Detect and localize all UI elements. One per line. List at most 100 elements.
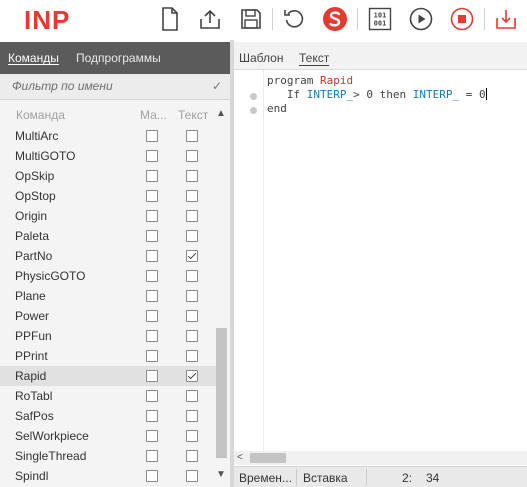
text-checkbox[interactable] [186,230,198,242]
ma-checkbox[interactable] [146,450,158,462]
scroll-left-icon[interactable]: < [237,452,243,463]
scroll-up-icon[interactable]: ▲ [216,109,226,119]
text-checkbox[interactable] [186,410,198,422]
ma-checkbox[interactable] [146,290,158,302]
ma-checkbox[interactable] [146,410,158,422]
text-checkbox[interactable] [186,150,198,162]
ma-checkbox[interactable] [146,210,158,222]
code-assignment: = 0 [465,88,486,101]
list-item[interactable]: PartNo [0,246,216,266]
scroll-down-icon[interactable]: ▼ [216,470,226,480]
command-name: MultiGOTO [15,149,76,163]
list-item[interactable]: Rapid [0,366,216,386]
ma-checkbox[interactable] [146,370,158,382]
binary-glyph-bottom: 001 [374,20,387,28]
command-name: Plane [15,289,46,303]
ma-checkbox[interactable] [146,190,158,202]
text-checkbox[interactable] [186,330,198,342]
text-checkbox[interactable] [186,350,198,362]
text-checkbox[interactable] [186,290,198,302]
list-item[interactable]: PPFun [0,326,216,346]
list-item[interactable]: OpStop [0,186,216,206]
main-toolbar: INP 101 001 [0,0,527,40]
fold-marker-icon[interactable] [250,93,257,100]
ma-checkbox[interactable] [146,270,158,282]
stop-button[interactable] [449,6,475,32]
ma-checkbox[interactable] [146,330,158,342]
column-ma[interactable]: Ма... [140,108,167,122]
command-name: PPFun [15,329,52,343]
text-checkbox[interactable] [186,370,198,382]
snippet-button[interactable] [322,6,348,32]
fold-marker-icon[interactable] [250,107,257,114]
reload-button[interactable] [281,6,307,32]
list-item[interactable]: SingleThread [0,446,216,466]
ma-checkbox[interactable] [146,470,158,482]
check-icon[interactable]: ✓ [212,79,222,93]
list-item[interactable]: Origin [0,206,216,226]
list-item[interactable]: SelWorkpiece [0,426,216,446]
list-item[interactable]: OpSkip [0,166,216,186]
tab-text[interactable]: Текст [299,51,329,65]
command-name: Power [15,309,50,323]
text-checkbox[interactable] [186,470,198,482]
list-item[interactable]: MultiArc [0,126,216,146]
filter-input[interactable] [12,79,212,93]
ma-checkbox[interactable] [146,390,158,402]
code-variable: INTERP_ [412,88,460,101]
list-item[interactable]: Plane [0,286,216,306]
filter-bar: ✓ [0,74,233,100]
text-checkbox[interactable] [186,390,198,402]
file-icon [162,7,178,31]
text-checkbox[interactable] [186,250,198,262]
column-text[interactable]: Текст [178,108,208,122]
export-button[interactable] [493,6,519,32]
ma-checkbox[interactable] [146,430,158,442]
ma-checkbox[interactable] [146,250,158,262]
ma-checkbox[interactable] [146,310,158,322]
status-separator [366,469,367,485]
code-content[interactable]: program Rapid If INTERP_> 0 then INTERP_… [267,74,487,116]
list-item[interactable]: Spindl [0,466,216,484]
binary-button[interactable]: 101 001 [367,6,393,32]
code-editor[interactable]: program Rapid If INTERP_> 0 then INTERP_… [234,70,527,451]
run-button[interactable] [408,6,434,32]
list-item[interactable]: SafPos [0,406,216,426]
hscroll-thumb[interactable] [250,453,286,463]
ma-checkbox[interactable] [146,130,158,142]
save-button[interactable] [238,6,264,32]
code-program-name: Rapid [319,74,354,87]
ma-checkbox[interactable] [146,170,158,182]
tab-commands[interactable]: Команды [8,51,59,65]
status-insert-mode[interactable]: Вставка [303,471,348,485]
horizontal-scrollbar[interactable]: < [234,451,527,465]
list-item[interactable]: PhysicGOTO [0,266,216,286]
text-checkbox[interactable] [186,190,198,202]
ma-checkbox[interactable] [146,350,158,362]
upload-button[interactable] [197,6,223,32]
text-checkbox[interactable] [186,430,198,442]
status-bar: Времен... Вставка 2: 34 [234,466,527,487]
text-checkbox[interactable] [186,270,198,282]
list-item[interactable]: MultiGOTO [0,146,216,166]
text-checkbox[interactable] [186,450,198,462]
column-command[interactable]: Команда [16,108,65,122]
list-item[interactable]: PPrint [0,346,216,366]
vertical-scrollbar[interactable]: ▲ ▼ [214,106,228,484]
text-checkbox[interactable] [186,170,198,182]
list-item[interactable]: Power [0,306,216,326]
scrollbar-thumb[interactable] [216,328,227,458]
text-checkbox[interactable] [186,210,198,222]
command-name: Spindl [15,469,49,483]
text-checkbox[interactable] [186,130,198,142]
list-item[interactable]: Paleta [0,226,216,246]
ma-checkbox[interactable] [146,230,158,242]
text-checkbox[interactable] [186,310,198,322]
tab-template[interactable]: Шаблон [239,51,283,65]
new-file-button[interactable] [157,6,183,32]
tab-subroutines[interactable]: Подпрограммы [76,51,161,65]
left-tabs: Команды Подпрограммы [0,42,233,74]
command-name: Paleta [15,229,50,243]
list-item[interactable]: RoTabl [0,386,216,406]
ma-checkbox[interactable] [146,150,158,162]
